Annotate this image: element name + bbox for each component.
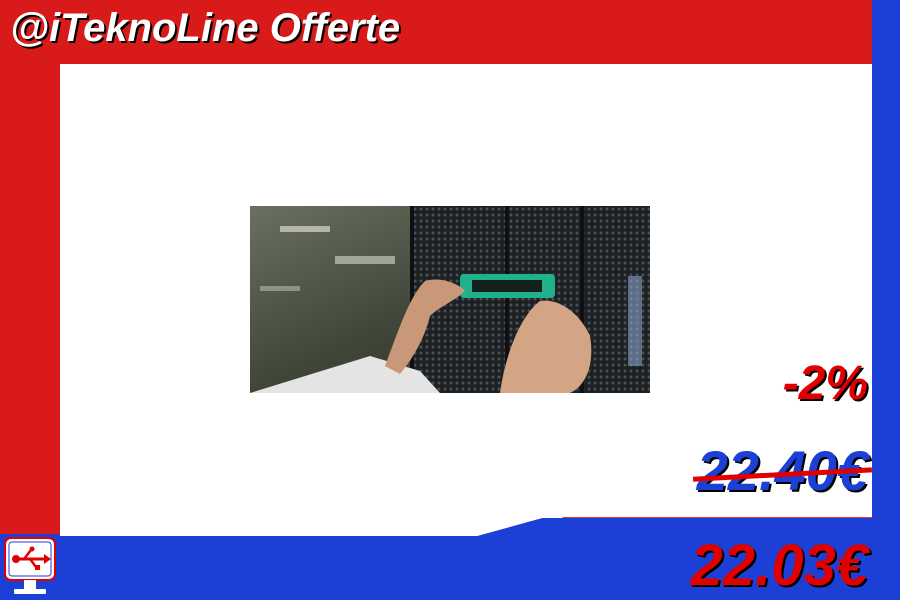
usb-monitor-icon <box>4 537 56 594</box>
old-price: 22.40€ <box>692 438 873 503</box>
blue-right-strip <box>872 0 900 600</box>
product-image <box>250 206 650 393</box>
brand-logo <box>4 536 56 598</box>
discount-label: -2% <box>782 357 868 410</box>
page-title: @iTeknoLine Offerte <box>10 6 401 50</box>
server-rack-photo <box>250 206 650 393</box>
new-price: 22.03€ <box>690 533 868 598</box>
